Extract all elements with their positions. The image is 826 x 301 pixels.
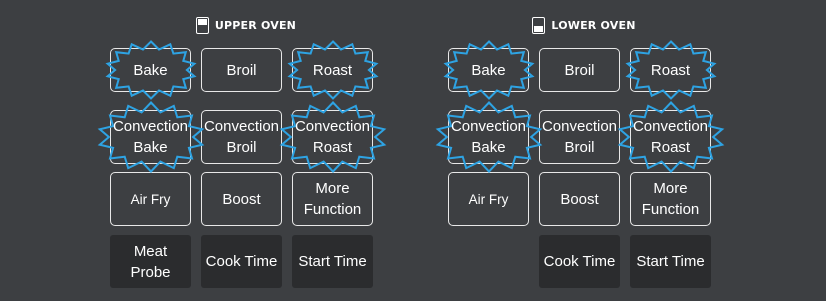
upper-roast-button[interactable]: Roast — [286, 40, 379, 100]
upper-more-function-button[interactable]: More Function — [292, 172, 373, 226]
lower-boost-button[interactable]: Boost — [539, 172, 620, 226]
upper-start-time-button[interactable]: Start Time — [292, 235, 373, 288]
oven-upper-icon — [195, 16, 209, 34]
lower-start-time-button[interactable]: Start Time — [630, 235, 711, 288]
upper-convection-bake-button[interactable]: Convection Bake — [97, 101, 204, 173]
lower-oven-header: LOWER OVEN — [439, 14, 729, 36]
upper-bake-button[interactable]: Bake — [104, 40, 197, 100]
upper-broil-button[interactable]: Broil — [201, 48, 282, 92]
lower-cook-time-button[interactable]: Cook Time — [539, 235, 620, 288]
upper-meat-probe-button[interactable]: Meat Probe — [110, 235, 191, 288]
upper-convection-broil-button[interactable]: Convection Broil — [201, 110, 282, 164]
upper-boost-button[interactable]: Boost — [201, 172, 282, 226]
lower-oven-title: LOWER OVEN — [551, 18, 636, 32]
upper-cook-time-button[interactable]: Cook Time — [201, 235, 282, 288]
upper-oven-title: UPPER OVEN — [214, 18, 297, 32]
lower-broil-button[interactable]: Broil — [539, 48, 620, 92]
upper-convection-roast-button[interactable]: Convection Roast — [279, 101, 386, 173]
lower-oven-panel: LOWER OVEN Bake Broil Roast Convection B… — [435, 0, 729, 301]
upper-air-fry-button[interactable]: Air Fry — [110, 172, 191, 226]
lower-air-fry-button[interactable]: Air Fry — [448, 172, 529, 226]
lower-convection-roast-button[interactable]: Convection Roast — [617, 101, 724, 173]
lower-bake-button[interactable]: Bake — [442, 40, 535, 100]
lower-roast-button[interactable]: Roast — [624, 40, 717, 100]
lower-convection-broil-button[interactable]: Convection Broil — [539, 110, 620, 164]
lower-convection-bake-button[interactable]: Convection Bake — [435, 101, 542, 173]
lower-more-function-button[interactable]: More Function — [630, 172, 711, 226]
upper-oven-header: UPPER OVEN — [101, 14, 391, 36]
oven-lower-icon — [532, 16, 546, 34]
upper-oven-panel: UPPER OVEN Bake Broil Roast Convection B… — [97, 0, 391, 301]
